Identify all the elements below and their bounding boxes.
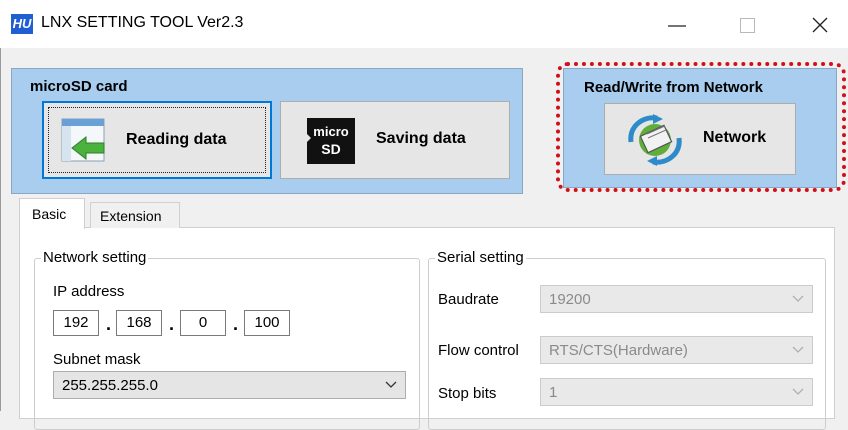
stop-bits-select[interactable]: 1 bbox=[540, 378, 813, 406]
close-icon bbox=[812, 17, 828, 33]
tab-extension-label: Extension bbox=[100, 208, 162, 224]
stop-bits-label: Stop bits bbox=[438, 385, 497, 402]
microsd-card-icon: micro SD bbox=[307, 118, 355, 164]
ip-octet-3-field[interactable]: 0 bbox=[180, 310, 226, 336]
subnet-mask-label: Subnet mask bbox=[53, 351, 141, 368]
minimize-icon bbox=[668, 25, 686, 27]
ip-octet-1-field[interactable]: 192 bbox=[53, 310, 99, 336]
read-document-arrow-icon bbox=[61, 118, 105, 162]
serial-setting-title: Serial setting bbox=[435, 249, 526, 266]
network-setting-title: Network setting bbox=[41, 249, 149, 266]
window-frame-left bbox=[0, 48, 1, 411]
minimize-button[interactable] bbox=[655, 6, 703, 42]
maximize-icon bbox=[740, 18, 755, 33]
network-highlight-outline bbox=[556, 62, 846, 192]
microsd-panel: microSD card Reading data micro SD Savin… bbox=[11, 68, 523, 194]
microsd-panel-title: microSD card bbox=[30, 78, 128, 95]
chevron-down-icon bbox=[792, 388, 804, 395]
baudrate-select[interactable]: 19200 bbox=[540, 285, 813, 313]
ip-octet-4-field[interactable]: 100 bbox=[244, 310, 290, 336]
saving-data-label: Saving data bbox=[376, 130, 466, 147]
chevron-down-icon bbox=[792, 346, 804, 353]
reading-data-button[interactable]: Reading data bbox=[42, 101, 272, 179]
ip-separator: . bbox=[233, 314, 239, 334]
baudrate-value: 19200 bbox=[549, 291, 591, 308]
chevron-down-icon bbox=[792, 295, 804, 302]
saving-data-button[interactable]: micro SD Saving data bbox=[280, 101, 510, 179]
subnet-mask-value: 255.255.255.0 bbox=[62, 377, 158, 394]
app-logo-icon: HU bbox=[11, 14, 33, 34]
ip-separator: . bbox=[169, 314, 175, 334]
flow-control-select[interactable]: RTS/CTS(Hardware) bbox=[540, 336, 813, 364]
reading-data-label: Reading data bbox=[126, 131, 227, 148]
ip-octet-2-field[interactable]: 168 bbox=[116, 310, 162, 336]
subnet-mask-select[interactable]: 255.255.255.0 bbox=[53, 371, 406, 399]
maximize-button[interactable] bbox=[727, 6, 775, 42]
flow-control-label: Flow control bbox=[438, 342, 519, 359]
tab-basic[interactable]: Basic bbox=[19, 198, 85, 229]
ip-separator: . bbox=[106, 314, 112, 334]
close-button[interactable] bbox=[795, 6, 843, 42]
stop-bits-value: 1 bbox=[549, 384, 558, 401]
sd-logo-top-text: micro bbox=[313, 124, 348, 139]
title-bar: HU LNX SETTING TOOL Ver2.3 bbox=[0, 0, 848, 48]
tab-basic-label: Basic bbox=[32, 206, 67, 222]
sd-logo-bottom-text: SD bbox=[321, 141, 340, 157]
tab-extension[interactable]: Extension bbox=[90, 202, 180, 228]
window-title: LNX SETTING TOOL Ver2.3 bbox=[41, 14, 244, 31]
flow-control-value: RTS/CTS(Hardware) bbox=[549, 342, 688, 359]
baudrate-label: Baudrate bbox=[438, 291, 499, 308]
ip-address-label: IP address bbox=[53, 283, 125, 300]
chevron-down-icon bbox=[385, 381, 397, 388]
